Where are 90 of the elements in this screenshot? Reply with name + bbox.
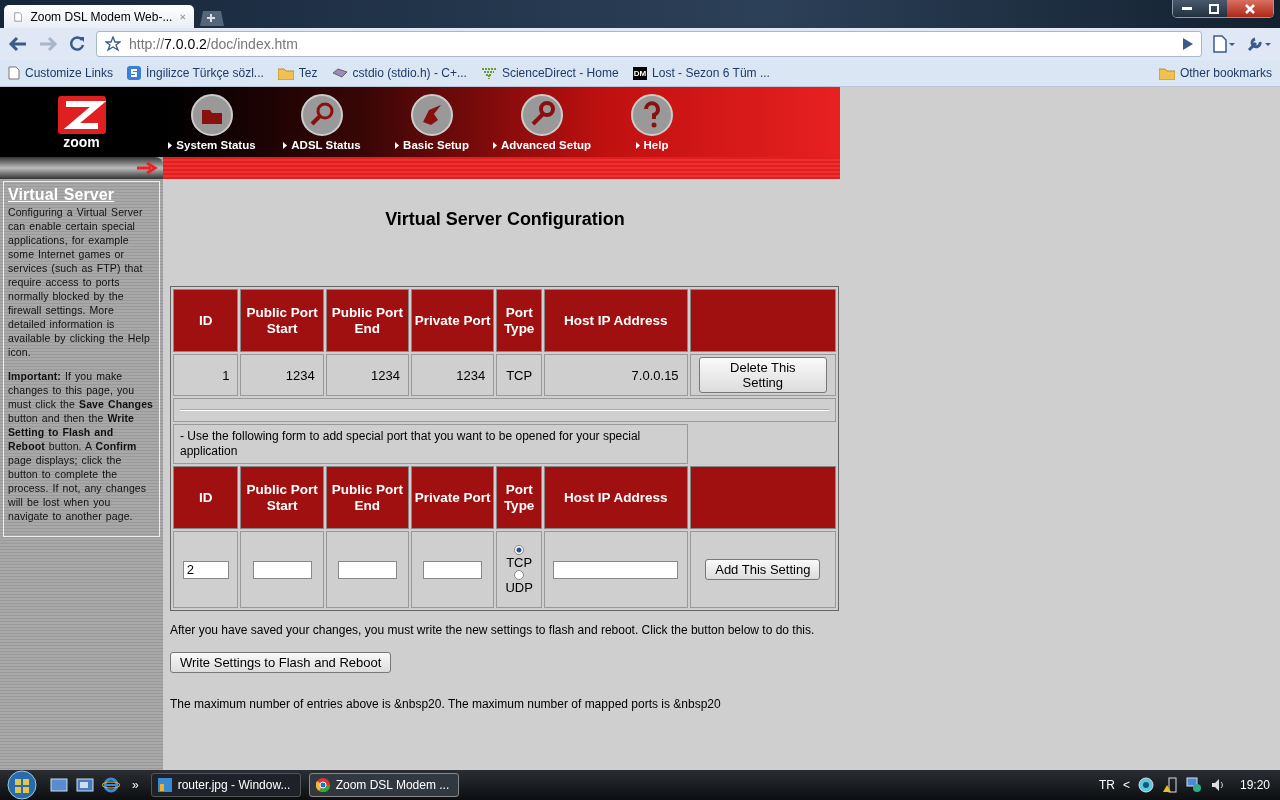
column-header: Public Port Start (240, 466, 324, 529)
radio-button[interactable] (514, 544, 525, 555)
folder-icon[interactable] (191, 94, 233, 136)
browser-e-icon[interactable] (102, 777, 120, 793)
folder-icon (1158, 66, 1175, 80)
bookmark[interactable]: DM Lost - Sezon 6 Tüm ... (632, 66, 770, 80)
column-header: Public Port End (325, 289, 409, 352)
triangle-icon (635, 141, 640, 149)
radio-label: TCP (506, 554, 533, 570)
table-cell: 1234 (325, 354, 409, 396)
bookmark[interactable]: Customize Links (8, 66, 114, 80)
page-icon (14, 9, 23, 24)
speaker-icon[interactable] (1209, 777, 1226, 793)
taskbar-button[interactable]: Zoom DSL Modem ... (308, 773, 459, 797)
triangle-icon (395, 141, 400, 149)
write-flash-button[interactable]: Write Settings to Flash and Reboot (170, 652, 392, 673)
bookmark[interactable]: Other bookmarks (1158, 66, 1272, 80)
folder-icon (277, 66, 294, 80)
page-menu-icon[interactable] (1212, 35, 1236, 53)
restore-icon[interactable] (1208, 3, 1219, 14)
page-icon (8, 66, 20, 80)
nav-item[interactable]: Advanced Setup (487, 94, 597, 151)
question-mark-icon[interactable] (631, 94, 673, 136)
triangle-icon (492, 141, 497, 149)
bookmark[interactable]: İngilizce Türkçe sözl... (127, 66, 264, 80)
arrow-icon (137, 162, 159, 174)
triangle-icon (283, 141, 288, 149)
nav-item[interactable]: Basic Setup (377, 94, 487, 151)
nav-item[interactable]: System Status (157, 94, 267, 151)
show-hidden-icons-button[interactable]: < (1122, 778, 1130, 792)
taskbar-button[interactable]: router.jpg - Window... (150, 773, 301, 797)
radio-button[interactable] (514, 569, 525, 580)
minimize-icon[interactable] (1181, 6, 1192, 11)
flash-note: After you have saved your changes, you must write the new settings to flash and reboot. Click the button below to do this. (170, 623, 816, 637)
column-header: Private Port (410, 289, 495, 352)
limits-note: The maximum number of entries above is &nbsp20. The maximum number of mapped ports is &nbsp20 (170, 697, 722, 711)
add-button[interactable]: Add This Setting (705, 559, 821, 580)
magnifier-icon[interactable] (301, 94, 343, 136)
back-icon[interactable] (8, 36, 28, 52)
table-cell: 1234 (410, 354, 495, 396)
table-cell: 1 (173, 354, 239, 396)
column-header: Public Port End (325, 466, 409, 529)
column-header: Private Port (410, 466, 495, 529)
clock[interactable]: 19:20 (1239, 778, 1270, 792)
port-field[interactable] (252, 560, 312, 579)
table-cell: TCP (496, 354, 543, 396)
column-header: Host IP Address (544, 289, 688, 352)
column-header: Host IP Address (544, 466, 688, 529)
ip-address-field[interactable] (553, 560, 679, 579)
bookmark[interactable]: Tez (277, 66, 318, 80)
photo-viewer-icon (157, 778, 172, 792)
new-tab-icon[interactable] (198, 10, 224, 26)
z-logo-icon (57, 95, 106, 134)
nav-item[interactable]: ADSL Status (267, 94, 377, 151)
table-cell: 7.0.0.15 (544, 354, 688, 396)
port-field[interactable] (337, 560, 397, 579)
table-cell: 1234 (240, 354, 324, 396)
port-field[interactable] (423, 560, 483, 579)
site-badge: DM (632, 66, 648, 80)
windows-icon[interactable] (76, 778, 94, 792)
s-logo-icon (127, 66, 142, 80)
window-controls[interactable] (1172, 0, 1274, 18)
column-header: ID (173, 289, 239, 352)
column-header: Port Type (496, 466, 543, 529)
browser-icon (315, 778, 330, 792)
more-button[interactable]: » (132, 778, 139, 792)
reload-icon[interactable] (68, 35, 86, 53)
radio-label: UDP (505, 579, 533, 595)
delete-button[interactable]: Delete This Setting (698, 357, 827, 393)
column-header: Public Port Start (240, 289, 324, 352)
help-paragraph: Important: If you make changes to this page, you must click the Save Changes button and then the Write Setting to Flash and Reboot button. A Confirm page displays; click the button to complete the process. If not, any changes will be lost when you navigate to another page. (8, 369, 153, 523)
language-indicator[interactable]: TR (1098, 778, 1115, 792)
column-header: ID (173, 466, 239, 529)
star-icon[interactable] (105, 36, 121, 52)
bookmark[interactable]: cstdio (stdio.h) - C+... (331, 66, 467, 80)
address-bar[interactable]: http://7.0.0.2/doc/index.htm (96, 31, 1202, 57)
logo-text: zoom (63, 134, 100, 149)
id-field[interactable]: 2 (182, 560, 229, 579)
page-title: Virtual Server Configuration (384, 209, 626, 230)
note-text: - Use the following form to add special port that you want to be opened for your special application (173, 424, 688, 464)
battery-warning-icon[interactable] (1161, 777, 1178, 793)
help-paragraph: Configuring a Virtual Server can enable certain special applications, for example some Internet games or services (such as FTP) that require access to ports normally blocked by the firewall settings. More detailed information is available by clicking the Help icon. (8, 205, 151, 359)
nav-item[interactable]: Help (597, 94, 707, 151)
bookmark[interactable]: ScienceDirect - Home (480, 66, 619, 80)
eye-icon[interactable] (1137, 777, 1154, 793)
column-header: Port Type (496, 289, 543, 352)
network-icon[interactable] (1185, 777, 1202, 793)
triangle-icon (168, 141, 173, 149)
browser-tab[interactable]: Zoom DSL Modem Web-... (4, 5, 194, 28)
play-icon[interactable] (1183, 38, 1193, 50)
